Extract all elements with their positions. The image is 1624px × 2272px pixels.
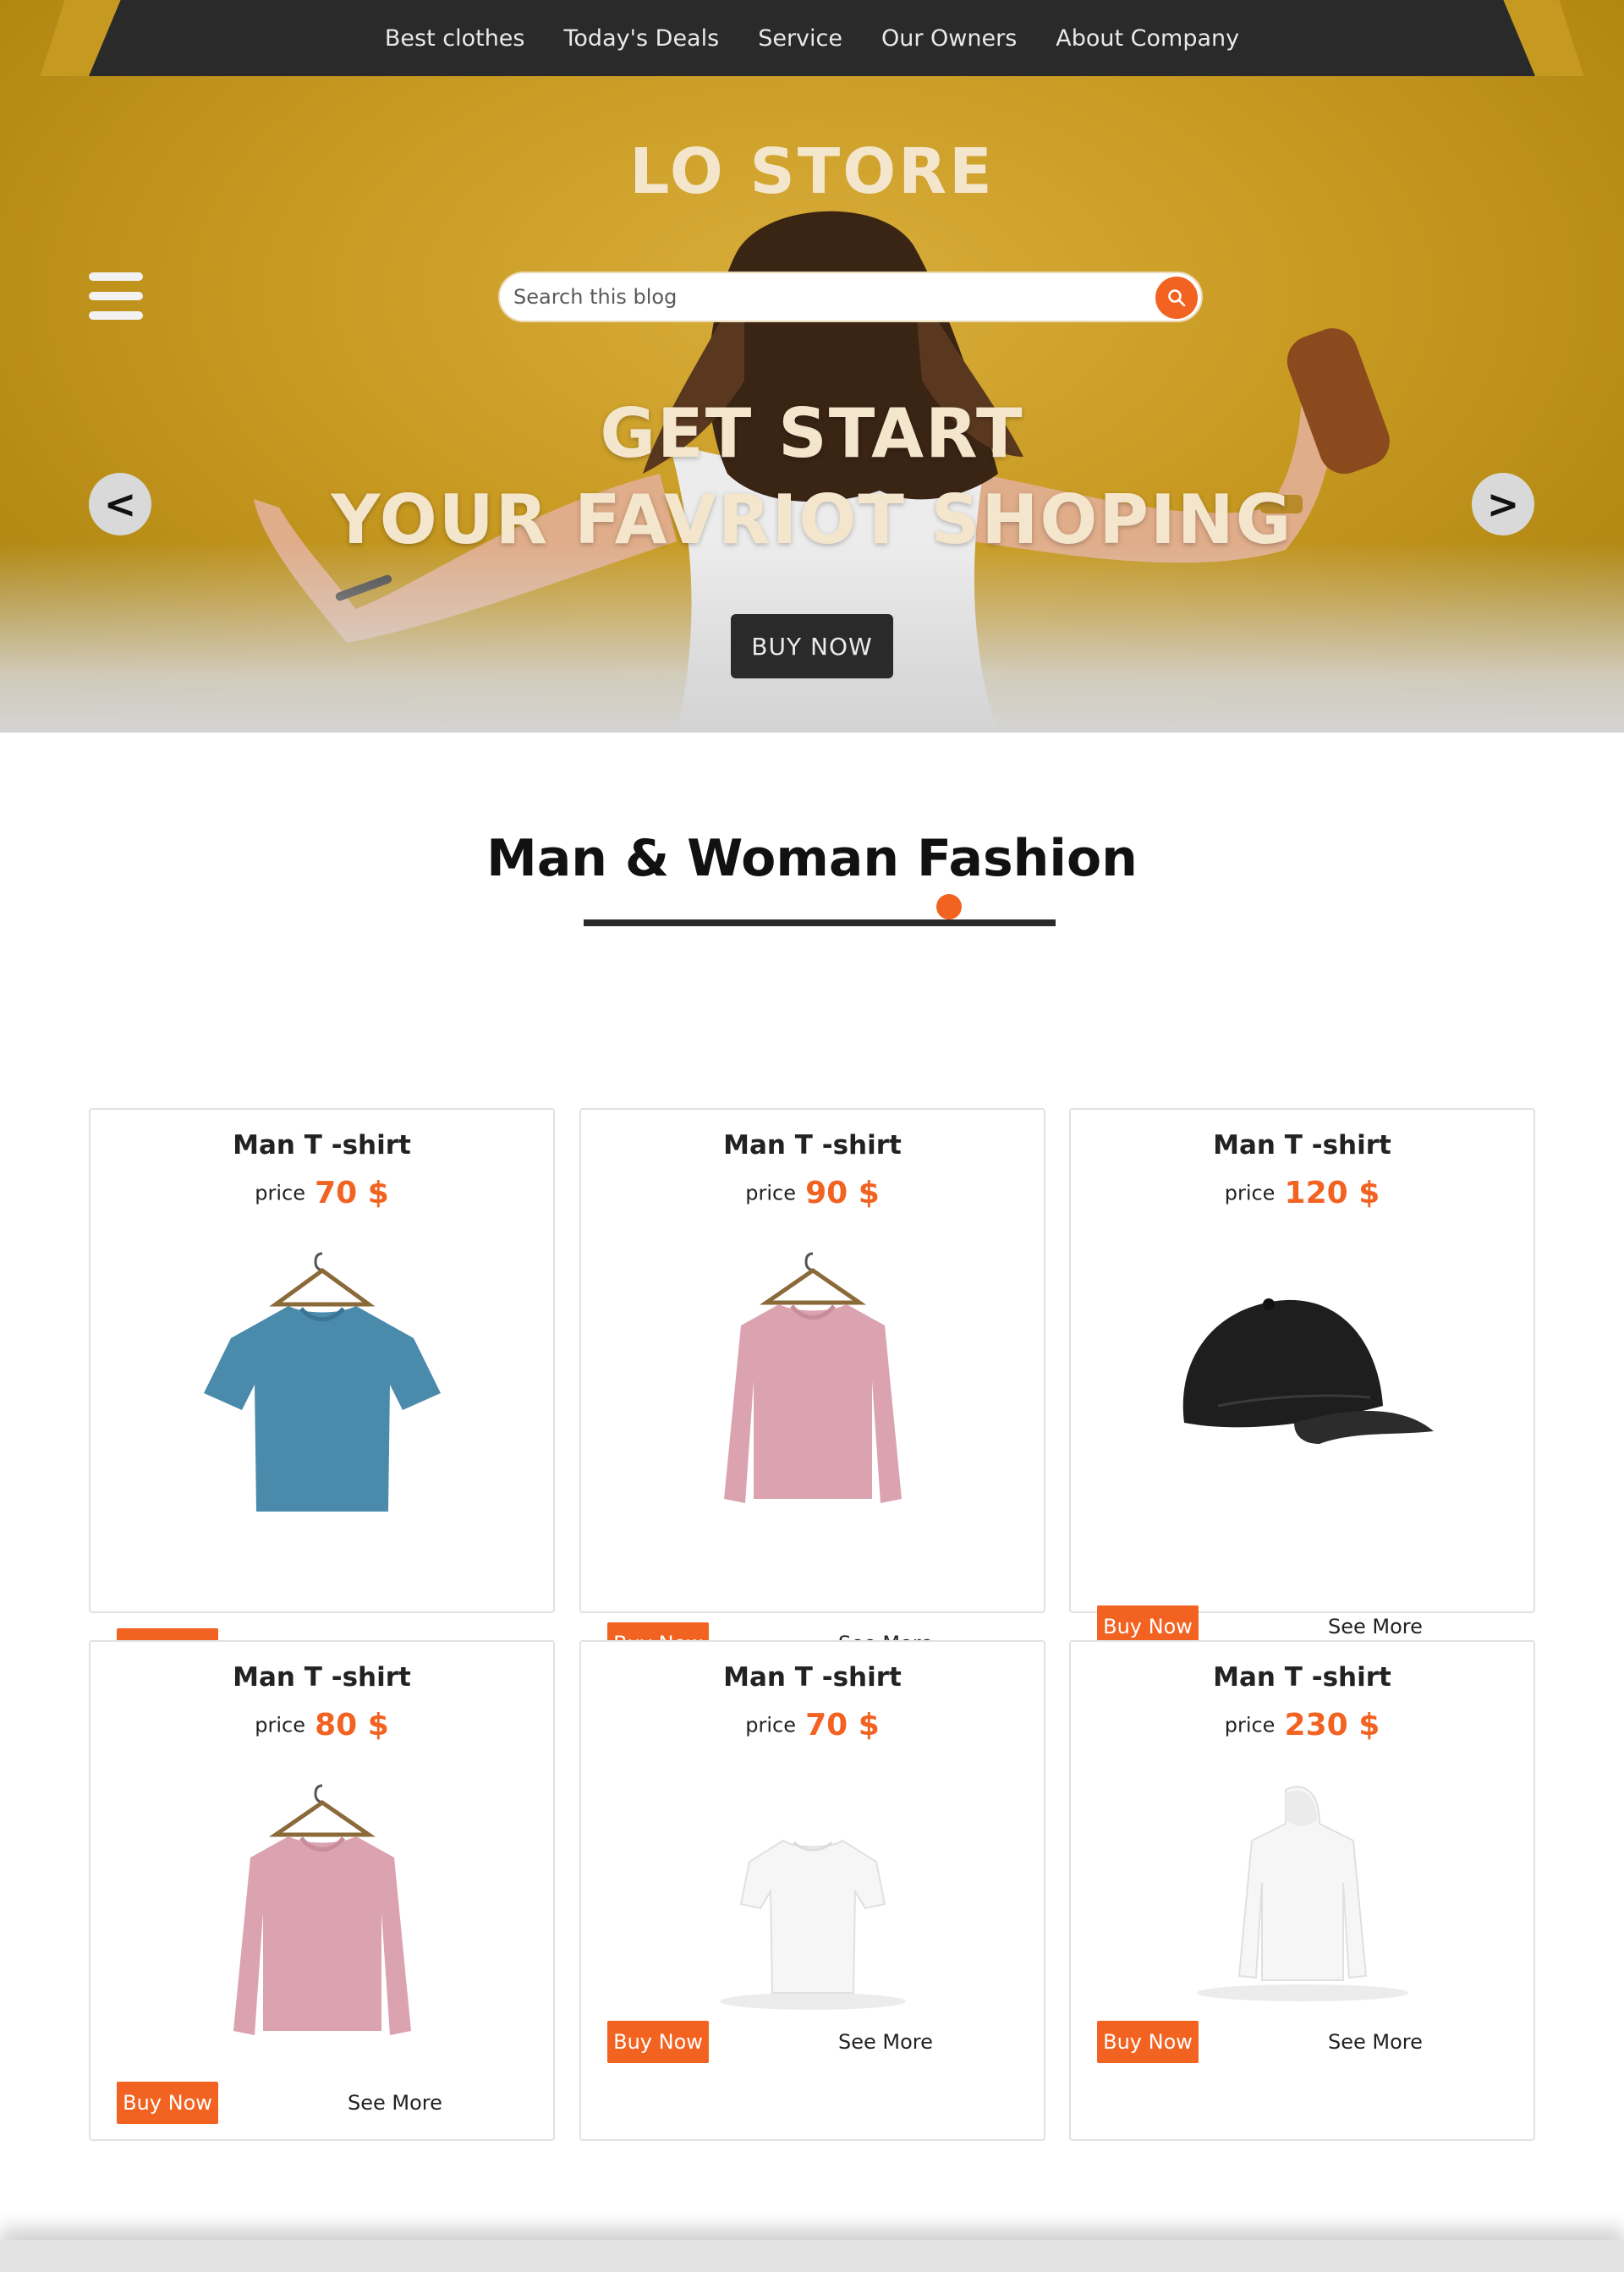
blue-tshirt-icon [203,1252,441,1512]
product-image [581,1245,1044,1524]
black-cap-icon [1182,1298,1434,1444]
price-label: price [255,1181,305,1205]
price-value: 80 $ [315,1708,389,1742]
price-value: 230 $ [1284,1708,1380,1742]
title-accent-dot [936,894,962,919]
product-card: Man T -shirt price 230 $ Buy Now See Mor… [1069,1640,1535,2141]
section-title: Man & Woman Fashion [486,829,1138,888]
white-tshirt-icon [719,1839,906,2010]
menu-bar [89,272,143,281]
product-card: Man T -shirt price 70 $ Buy Now See More [579,1640,1045,2141]
product-title: Man T -shirt [723,1662,902,1693]
nav-item-todays-deals[interactable]: Today's Deals [564,25,720,52]
top-navbar: Best clothes Today's Deals Service Our O… [89,0,1535,76]
product-price: price 90 $ [581,1176,1044,1210]
nav-item-our-owners[interactable]: Our Owners [881,25,1017,52]
price-value: 120 $ [1284,1176,1380,1210]
price-label: price [745,1181,796,1205]
nav-item-best-clothes[interactable]: Best clothes [385,25,525,52]
product-card: Man T -shirt price 70 $ Buy Now See More [89,1108,555,1671]
hero-headline-1: GET START [600,394,1024,473]
hamburger-menu-icon[interactable] [89,272,143,320]
price-value: 70 $ [805,1708,880,1742]
product-image [91,1245,553,1516]
search-button[interactable] [1155,277,1198,319]
see-more-link[interactable]: See More [348,2082,442,2124]
product-card: Man T -shirt price 90 $ Buy Now See More [579,1108,1045,1665]
hero-buy-now-button[interactable]: BUY NOW [731,614,893,678]
product-title: Man T -shirt [233,1130,411,1161]
white-hoodie-icon [1196,1786,1408,2001]
search-input[interactable] [513,285,1106,309]
product-title: Man T -shirt [1213,1662,1391,1693]
carousel-prev-button[interactable]: < [89,473,151,535]
product-image [1071,1781,1533,2010]
product-card: Man T -shirt price 80 $ Buy Now See More [89,1640,555,2141]
buy-now-button[interactable]: Buy Now [607,2021,709,2063]
menu-bar [89,292,143,300]
buy-now-button[interactable]: Buy Now [117,2082,218,2124]
title-underline [584,919,1056,926]
product-image [1071,1279,1533,1482]
pink-sweatshirt-icon [723,1252,902,1503]
see-more-link[interactable]: See More [1328,2021,1423,2063]
footer-strip [0,2240,1624,2272]
nav-item-service[interactable]: Service [758,25,842,52]
product-image [581,1824,1044,2018]
product-image [91,1777,553,2056]
nav-item-about-company[interactable]: About Company [1056,25,1239,52]
search-icon [1168,289,1186,307]
see-more-link[interactable]: See More [838,2021,933,2063]
search-bar [498,272,1203,322]
product-price: price 80 $ [91,1708,553,1742]
carousel-next-button[interactable]: > [1472,473,1534,535]
buy-now-button[interactable]: Buy Now [1097,2021,1199,2063]
price-value: 70 $ [315,1176,389,1210]
menu-bar [89,311,143,320]
product-title: Man T -shirt [723,1130,902,1161]
price-label: price [1224,1713,1276,1737]
product-title: Man T -shirt [1213,1130,1391,1161]
pink-sweatshirt-icon [233,1784,411,2035]
product-price: price 120 $ [1071,1176,1533,1210]
price-label: price [255,1713,305,1737]
price-label: price [745,1713,796,1737]
hero-banner: Best clothes Today's Deals Service Our O… [0,0,1624,733]
hero-headline-2: YOUR FAVRIOT SHOPING [331,480,1293,559]
product-price: price 70 $ [91,1176,553,1210]
product-card: Man T -shirt price 120 $ Buy Now See Mor… [1069,1108,1535,1648]
product-title: Man T -shirt [233,1662,411,1693]
product-price: price 70 $ [581,1708,1044,1742]
brand-logo-text: LO STORE [629,135,995,208]
price-value: 90 $ [805,1176,880,1210]
price-label: price [1224,1181,1276,1205]
product-price: price 230 $ [1071,1708,1533,1742]
